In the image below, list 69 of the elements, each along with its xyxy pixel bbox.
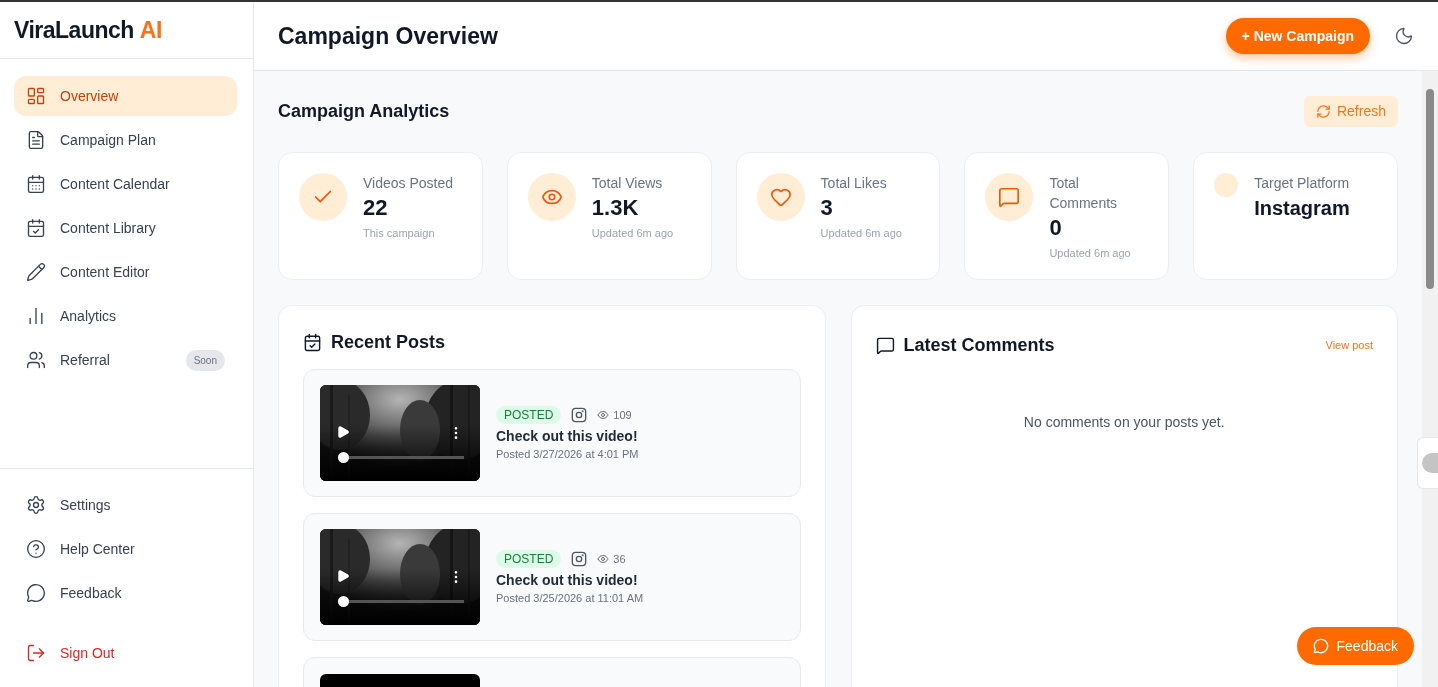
post-date: Posted 3/25/2026 at 11:01 AM: [496, 592, 644, 604]
play-icon[interactable]: [336, 425, 350, 439]
stat-label: Total Comments: [1049, 174, 1119, 213]
stat-note: Updated 6m ago: [1049, 247, 1132, 259]
camera-outline-icon: [571, 407, 588, 423]
speech-bubble-icon: [875, 335, 895, 355]
page-title: Campaign Overview: [278, 22, 499, 50]
empty-message: No comments on your posts yet.: [1022, 414, 1226, 430]
panel-title: Recent Posts: [331, 332, 447, 353]
stat-value: 0: [1049, 214, 1063, 242]
theme-toggle-button[interactable]: [1394, 26, 1414, 46]
stat-note: This campaign: [363, 227, 436, 239]
scrollbar[interactable]: [1422, 71, 1438, 687]
stat-label: Target Platform: [1254, 174, 1350, 193]
sign-out-link[interactable]: Sign Out: [14, 633, 237, 673]
document-icon: [26, 130, 46, 150]
nav-item[interactable]: Analytics: [14, 296, 237, 336]
nav-item[interactable]: Campaign Plan: [14, 120, 237, 160]
speech-bubble-icon: [998, 186, 1021, 208]
pencil-icon: [26, 262, 46, 282]
panel-title: Latest Comments: [903, 334, 1056, 356]
status-badge: POSTED: [496, 406, 562, 424]
stat-value: 22: [363, 194, 389, 222]
play-icon[interactable]: [336, 569, 350, 583]
post-title: Check out this video!: [496, 572, 639, 588]
stat-note: Updated 6m ago: [820, 227, 902, 239]
heart-icon: [769, 186, 792, 208]
stat-label: Total Likes: [820, 174, 888, 193]
settings-icon: [26, 495, 46, 515]
stat-value: 3: [820, 194, 834, 222]
chat-bubble-icon: [1312, 638, 1329, 654]
logo: ViraLaunch AI: [0, 2, 253, 59]
help-icon: [26, 539, 46, 559]
platform-name: Instagram: [1254, 196, 1350, 221]
calendar-check-icon: [303, 333, 322, 352]
video-progress-thumb[interactable]: [338, 596, 349, 607]
camera-outline-icon: [571, 551, 588, 567]
view-count: 36: [613, 553, 626, 565]
moon-icon: [1394, 26, 1414, 46]
eye-icon: [597, 553, 610, 565]
platform-dot: [1214, 173, 1239, 197]
section-title: Campaign Analytics: [278, 100, 450, 122]
stat-label: Videos Posted: [363, 174, 454, 193]
nav-item[interactable]: Help Center: [14, 529, 237, 569]
nav-item[interactable]: Feedback: [14, 573, 237, 613]
dashboard-icon: [26, 86, 46, 106]
nav-item[interactable]: Overview: [14, 76, 237, 116]
video-progress-thumb[interactable]: [338, 452, 349, 463]
side-panel-handle[interactable]: [1417, 437, 1438, 489]
stat-label: Total Views: [591, 174, 664, 193]
status-badge: POSTED: [496, 550, 562, 568]
nav-item[interactable]: Content Library: [14, 208, 237, 248]
soon-badge: Soon: [185, 349, 225, 371]
nav-item[interactable]: Content Editor: [14, 252, 237, 292]
view-count: 109: [613, 409, 632, 421]
calendar-check-icon: [26, 218, 46, 238]
calendar-icon: [26, 174, 46, 194]
eye-icon: [597, 409, 610, 421]
logout-icon: [26, 643, 46, 663]
post-date: Posted 3/27/2026 at 4:01 PM: [496, 448, 639, 460]
refresh-icon: [1315, 103, 1331, 119]
stat-value: 1.3K: [591, 194, 640, 222]
chat-bubble-icon: [26, 583, 46, 603]
nav-item[interactable]: Settings: [14, 485, 237, 525]
post-title: Check out this video!: [496, 428, 639, 444]
nav-item[interactable]: Referral Soon: [14, 340, 237, 380]
nav-item[interactable]: Content Calendar: [14, 164, 237, 204]
users-icon: [26, 350, 46, 370]
stat-note: Updated 6m ago: [591, 227, 674, 239]
